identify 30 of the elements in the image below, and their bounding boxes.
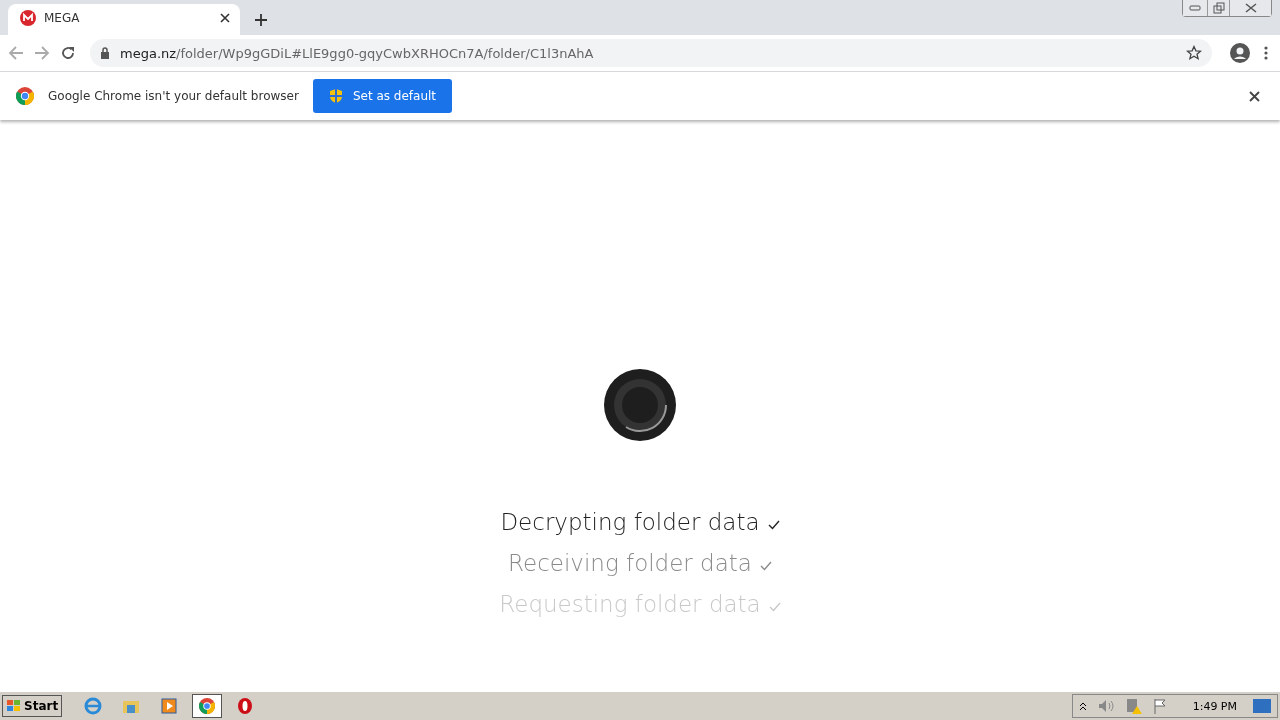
shield-icon (328, 88, 343, 104)
profile-icon[interactable] (1230, 43, 1250, 63)
start-button[interactable]: Start (2, 695, 63, 717)
loading-spinner-icon (604, 369, 676, 441)
close-window-button[interactable] (1229, 0, 1271, 16)
url-text: mega.nz/folder/Wp9gGDiL#LlE9gg0-gqyCwbXRHOCn7A/folder/C1l3nAhA (120, 45, 595, 61)
mega-logo-icon (20, 9, 36, 26)
restore-icon (1212, 2, 1225, 14)
status-text: Decrypting folder data (500, 509, 760, 535)
reload-icon[interactable] (60, 45, 76, 61)
close-icon (1244, 3, 1257, 13)
default-browser-message: Google Chrome isn't your default browser (48, 89, 299, 103)
close-infobar-icon[interactable] (1249, 90, 1260, 102)
close-tab-icon[interactable] (220, 12, 230, 23)
menu-icon[interactable] (1264, 45, 1268, 61)
new-tab-icon[interactable] (254, 13, 268, 27)
restore-button[interactable] (1207, 0, 1229, 16)
browser-tab[interactable]: MEGA (8, 4, 240, 35)
status-text: Receiving folder data (508, 550, 752, 576)
show-hidden-icons-icon[interactable] (1078, 701, 1087, 711)
address-bar[interactable]: mega.nz/folder/Wp9gGDiL#LlE9gg0-gqyCwbXRHOCn7A/folder/C1l3nAhA (90, 39, 1212, 67)
chrome-logo-icon (16, 87, 34, 105)
star-icon[interactable] (1186, 45, 1202, 61)
set-default-button[interactable]: Set as default (312, 79, 453, 113)
minimize-icon (1189, 5, 1201, 11)
chrome-taskbar-icon[interactable] (192, 694, 223, 718)
tab-title: MEGA (44, 10, 81, 25)
clock[interactable]: 1:49 PM (1192, 699, 1237, 713)
windows-logo-icon (6, 699, 22, 713)
lock-icon (100, 47, 110, 59)
